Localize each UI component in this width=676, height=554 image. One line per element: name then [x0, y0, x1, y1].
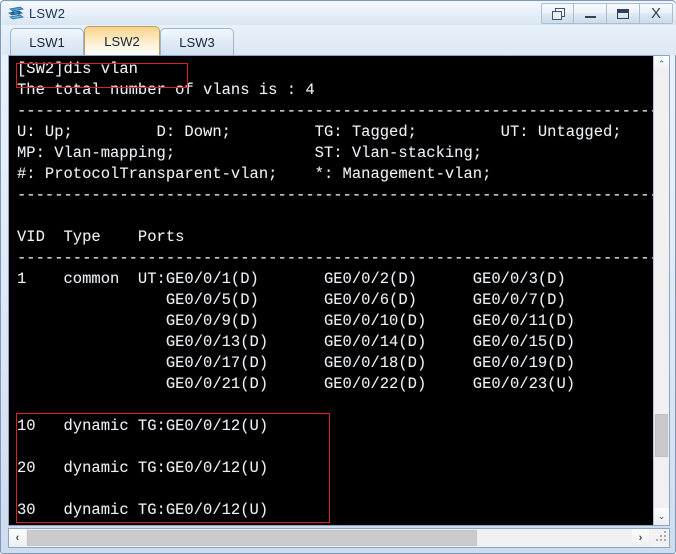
- tab-lsw2[interactable]: LSW2: [84, 26, 160, 55]
- window-controls: X: [541, 3, 673, 24]
- vertical-scrollbar[interactable]: ⌃ ⌄: [653, 56, 669, 525]
- scroll-up-arrow-icon[interactable]: ⌃: [654, 56, 669, 73]
- tab-lsw3[interactable]: LSW3: [160, 28, 234, 55]
- close-icon: X: [650, 5, 661, 22]
- terminal-output: [SW2]dis vlan The total number of vlans …: [17, 59, 654, 519]
- terminal-viewport[interactable]: [SW2]dis vlan The total number of vlans …: [9, 56, 654, 525]
- close-window-button[interactable]: X: [640, 3, 673, 24]
- restore-window-button[interactable]: [541, 3, 574, 24]
- tab-lsw1[interactable]: LSW1: [10, 28, 84, 55]
- minimize-icon: [584, 15, 596, 18]
- terminal-console[interactable]: [SW2]dis vlan The total number of vlans …: [8, 55, 670, 526]
- horizontal-scrollbar[interactable]: ‹ ›: [8, 528, 670, 548]
- scroll-right-arrow-icon[interactable]: ›: [632, 529, 649, 547]
- minimize-window-button[interactable]: [574, 3, 607, 24]
- tab-label: LSW1: [29, 34, 65, 50]
- title-bar: LSW2 X: [2, 2, 676, 25]
- switch-icon: [7, 5, 25, 23]
- horizontal-scroll-thumb[interactable]: [27, 530, 477, 546]
- maximize-icon: [617, 8, 629, 19]
- scroll-down-arrow-icon[interactable]: ⌄: [654, 508, 669, 525]
- tab-label: LSW2: [104, 33, 140, 49]
- maximize-window-button[interactable]: [607, 3, 640, 24]
- terminal-window: LSW2 X LSW1 LSW2 LSW3 [SW2]dis vlan The …: [0, 0, 676, 554]
- restore-icon: [551, 8, 565, 20]
- scroll-left-arrow-icon[interactable]: ‹: [9, 529, 26, 547]
- resize-grip[interactable]: [650, 529, 669, 547]
- tab-label: LSW3: [179, 34, 215, 50]
- window-title: LSW2: [29, 6, 66, 21]
- vertical-scroll-thumb[interactable]: [655, 414, 668, 457]
- device-tab-bar: LSW1 LSW2 LSW3: [2, 25, 676, 55]
